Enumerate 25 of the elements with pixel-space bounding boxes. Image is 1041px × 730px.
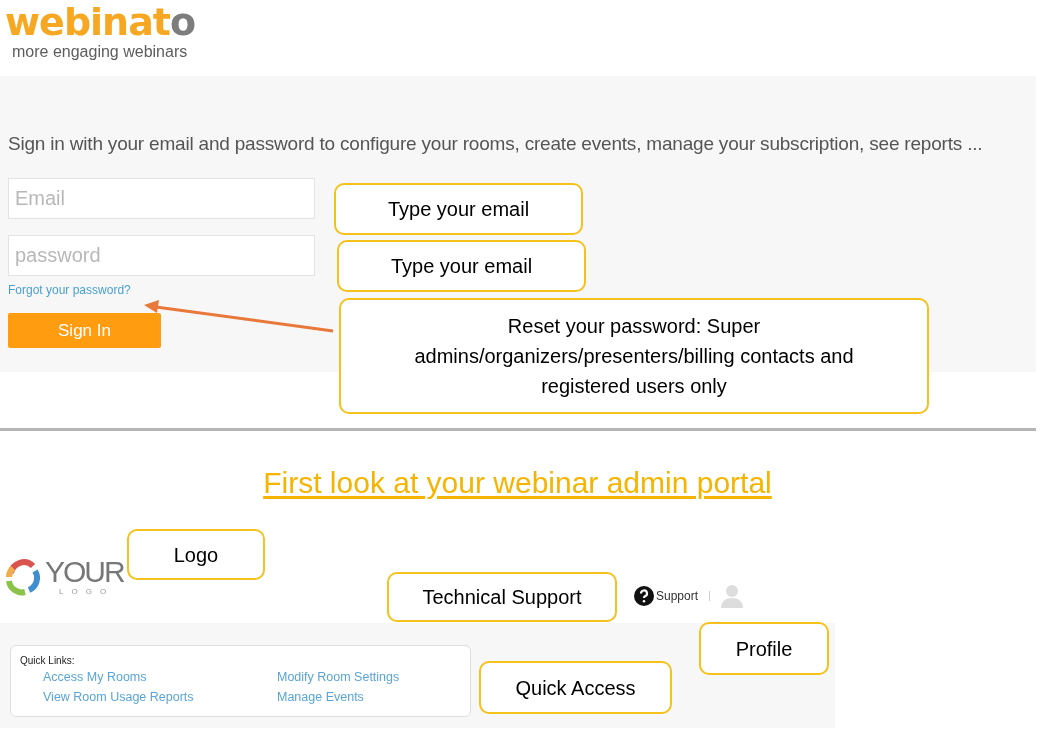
callout-box: Profile <box>699 622 829 675</box>
support-link[interactable]: Support <box>655 589 698 603</box>
callout-box: Technical Support <box>387 572 617 622</box>
sign-in-intro: Sign in with your email and password to configure your rooms, create events, manage your subscription, see reports ... <box>8 132 984 156</box>
callout-box: Logo <box>127 529 265 580</box>
section-heading: First look at your webinar admin portal <box>263 466 772 500</box>
quick-link[interactable]: View Room Usage Reports <box>43 690 277 705</box>
your-logo-text: YOUR <box>45 557 124 587</box>
help-icon[interactable] <box>633 586 654 606</box>
logo-subtext: LOGO <box>59 587 115 597</box>
callout-box: Reset your password: Super admins/organizers/presenters/billing contacts and registered users only <box>339 298 929 414</box>
sign-in-button[interactable]: Sign In <box>8 313 161 348</box>
brand-tagline: more engaging webinars <box>12 43 188 61</box>
password-field[interactable]: password <box>8 235 315 276</box>
logo-swirl-icon <box>3 557 43 597</box>
forgot-password-link[interactable]: Forgot your password? <box>8 283 131 297</box>
quick-link[interactable]: Access My Rooms <box>43 670 277 685</box>
quick-link[interactable]: Modify Room Settings <box>277 670 470 685</box>
brand-logo: webinato <box>5 1 196 43</box>
callout-box: Quick Access <box>479 661 672 714</box>
callout-box: Type your email <box>334 183 583 235</box>
quick-links-title: Quick Links: <box>20 655 76 666</box>
email-field[interactable]: Email <box>8 178 315 219</box>
quick-link[interactable]: Manage Events <box>277 690 470 705</box>
callout-box: Type your email <box>337 240 586 292</box>
